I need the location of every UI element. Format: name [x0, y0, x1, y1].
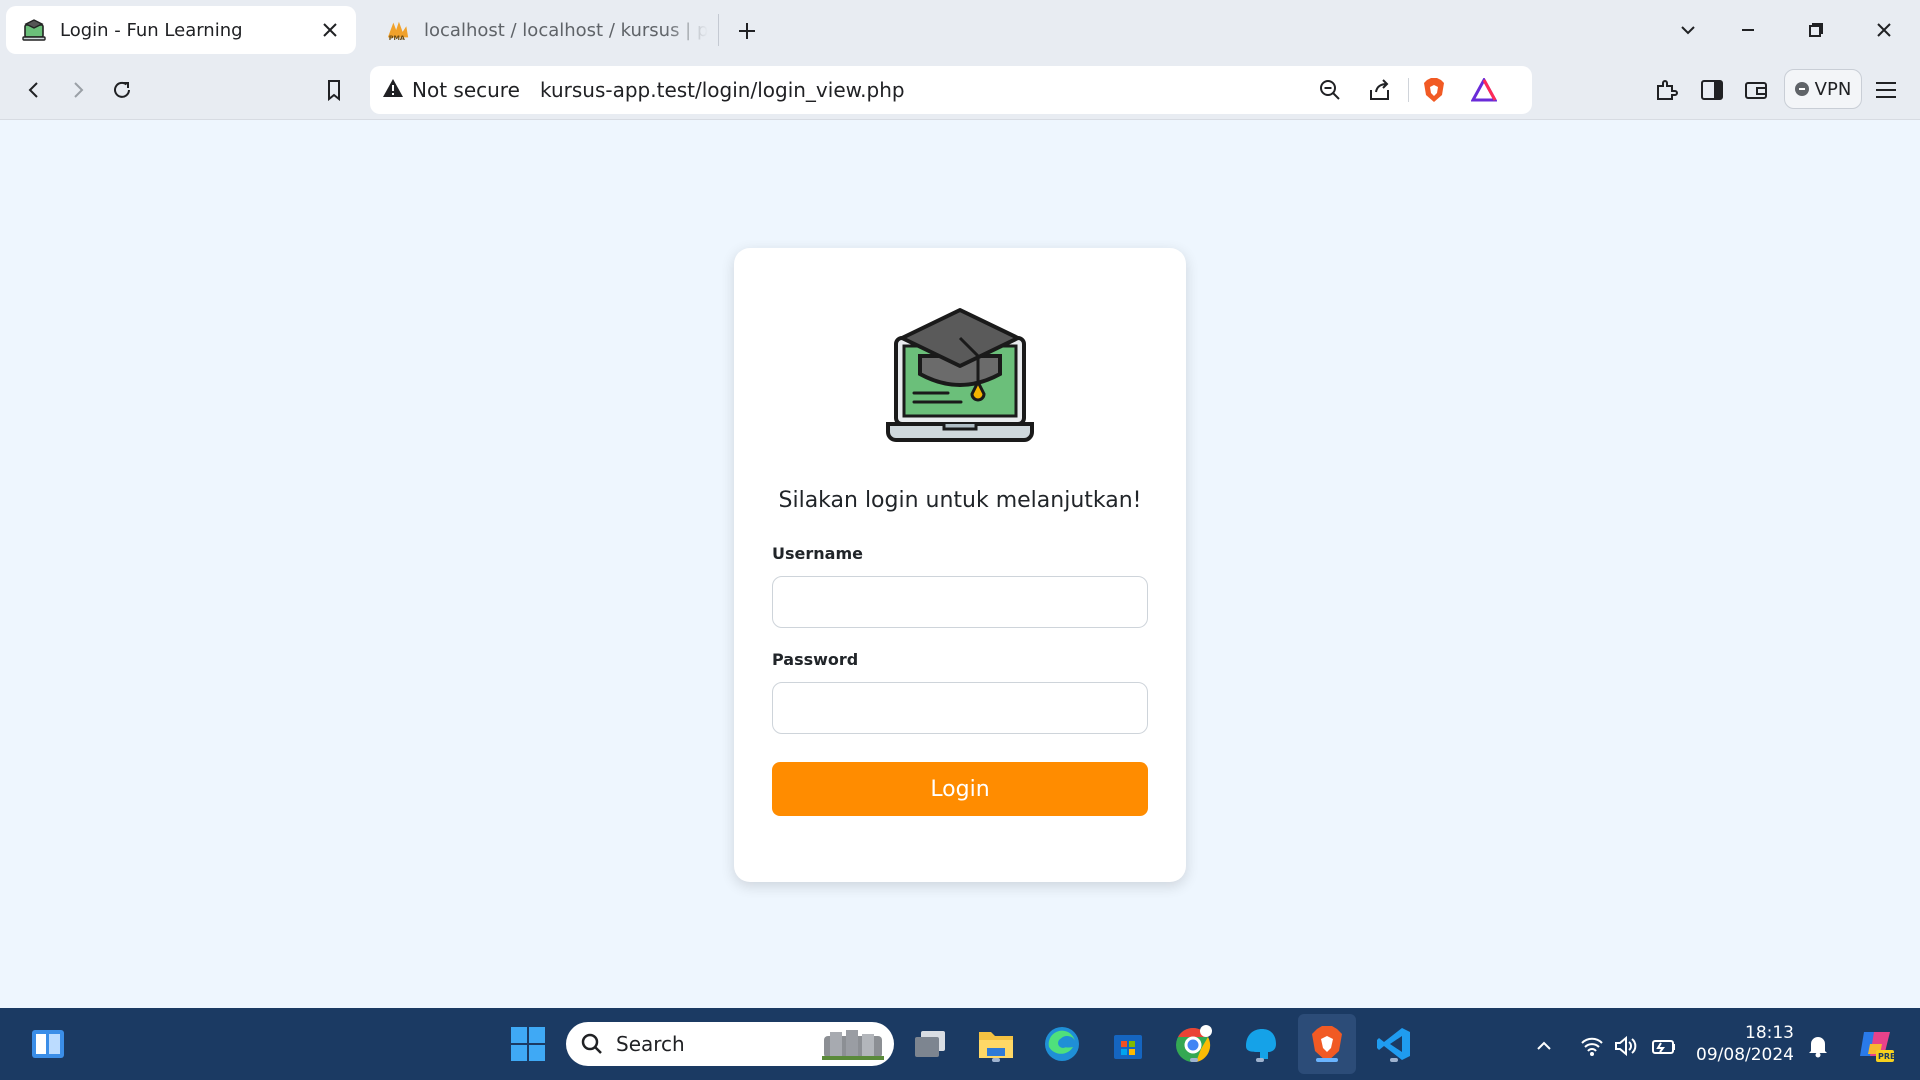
- security-indicator[interactable]: Not secure: [382, 66, 520, 114]
- vpn-label: VPN: [1814, 78, 1852, 100]
- chevron-up-icon[interactable]: [1530, 1032, 1558, 1060]
- brave-shields-icon[interactable]: [1416, 72, 1452, 108]
- running-indicator: [1256, 1058, 1264, 1062]
- notification-bell-icon[interactable]: [1804, 1032, 1832, 1060]
- brave-rewards-icon[interactable]: [1466, 72, 1502, 108]
- chrome-icon[interactable]: [1172, 1022, 1216, 1066]
- task-view-icon[interactable]: [908, 1022, 952, 1066]
- graduation-laptop-logo: [886, 298, 1034, 444]
- tab-phpmyadmin[interactable]: PMA localhost / localhost / kursus | php…: [370, 6, 710, 54]
- app-icon[interactable]: [1238, 1022, 1282, 1066]
- reload-icon[interactable]: [104, 72, 140, 108]
- battery-icon[interactable]: [1650, 1032, 1678, 1060]
- clock-time: 18:13: [1745, 1023, 1794, 1043]
- close-window-icon[interactable]: [1866, 12, 1902, 48]
- phpmyadmin-icon: PMA: [386, 18, 410, 42]
- warning-icon: [382, 78, 404, 102]
- active-indicator: [1316, 1058, 1338, 1062]
- tab-login[interactable]: Login - Fun Learning: [6, 6, 356, 54]
- store-icon[interactable]: [1106, 1022, 1150, 1066]
- running-indicator: [1390, 1058, 1398, 1062]
- login-button[interactable]: Login: [772, 762, 1148, 816]
- svg-text:PMA: PMA: [389, 34, 405, 42]
- username-input[interactable]: [772, 576, 1148, 628]
- search-icon: [580, 1032, 604, 1056]
- browser-toolbar: Not secure kursus-app.test/login/login_v…: [0, 60, 1920, 120]
- running-indicator: [1190, 1058, 1198, 1062]
- zoom-out-icon[interactable]: [1312, 72, 1348, 108]
- share-icon[interactable]: [1362, 72, 1398, 108]
- tab-separator: [718, 14, 719, 46]
- sidebar-icon[interactable]: [1694, 72, 1730, 108]
- back-icon[interactable]: [16, 72, 52, 108]
- clock-date: 09/08/2024: [1696, 1045, 1794, 1065]
- clock[interactable]: 18:13 09/08/2024: [1694, 1022, 1794, 1066]
- svg-text:PRE: PRE: [1878, 1052, 1896, 1061]
- forward-icon[interactable]: [60, 72, 96, 108]
- widgets-icon[interactable]: [26, 1022, 70, 1066]
- search-highlight-icon: [820, 1026, 886, 1066]
- menu-icon[interactable]: [1868, 72, 1904, 108]
- login-prompt: Silakan login untuk melanjutkan!: [778, 488, 1142, 513]
- taskbar-search[interactable]: Search: [566, 1022, 894, 1066]
- restore-icon[interactable]: [1798, 12, 1834, 48]
- password-input[interactable]: [772, 682, 1148, 734]
- tab-strip: Login - Fun Learning PMA localhost / loc…: [0, 0, 1920, 60]
- divider: [1408, 78, 1409, 102]
- address-bar[interactable]: Not secure kursus-app.test/login/login_v…: [370, 66, 1532, 114]
- new-tab-icon[interactable]: [732, 16, 762, 46]
- security-label: Not secure: [412, 78, 520, 102]
- brave-icon[interactable]: [1305, 1022, 1349, 1066]
- url-text[interactable]: kursus-app.test/login/login_view.php: [540, 66, 905, 114]
- wallet-icon[interactable]: [1738, 72, 1774, 108]
- tab-list-chevron-icon[interactable]: [1670, 12, 1706, 48]
- password-label: Password: [772, 650, 859, 669]
- start-icon[interactable]: [506, 1022, 550, 1066]
- extensions-icon[interactable]: [1648, 72, 1684, 108]
- copilot-icon[interactable]: PRE: [1856, 1024, 1896, 1064]
- wifi-icon[interactable]: [1578, 1032, 1606, 1060]
- minimize-icon[interactable]: [1730, 12, 1766, 48]
- tab-title: localhost / localhost / kursus | phpMyAd…: [424, 19, 708, 41]
- search-placeholder: Search: [616, 1032, 685, 1056]
- taskbar: Search 18:13 09/08/2024 PRE: [0, 1008, 1920, 1080]
- vpn-button[interactable]: VPN: [1784, 69, 1862, 109]
- volume-icon[interactable]: [1612, 1032, 1640, 1060]
- running-indicator: [992, 1058, 1000, 1062]
- edge-icon[interactable]: [1040, 1022, 1084, 1066]
- graduation-laptop-icon: [22, 18, 46, 42]
- tab-title: Login - Fun Learning: [60, 19, 243, 41]
- username-label: Username: [772, 544, 863, 563]
- close-icon[interactable]: [318, 18, 342, 42]
- bookmark-icon[interactable]: [316, 72, 352, 108]
- login-card: Silakan login untuk melanjutkan! Usernam…: [734, 248, 1186, 882]
- file-explorer-icon[interactable]: [974, 1022, 1018, 1066]
- vscode-icon[interactable]: [1372, 1022, 1416, 1066]
- vpn-status-icon: [1794, 82, 1809, 96]
